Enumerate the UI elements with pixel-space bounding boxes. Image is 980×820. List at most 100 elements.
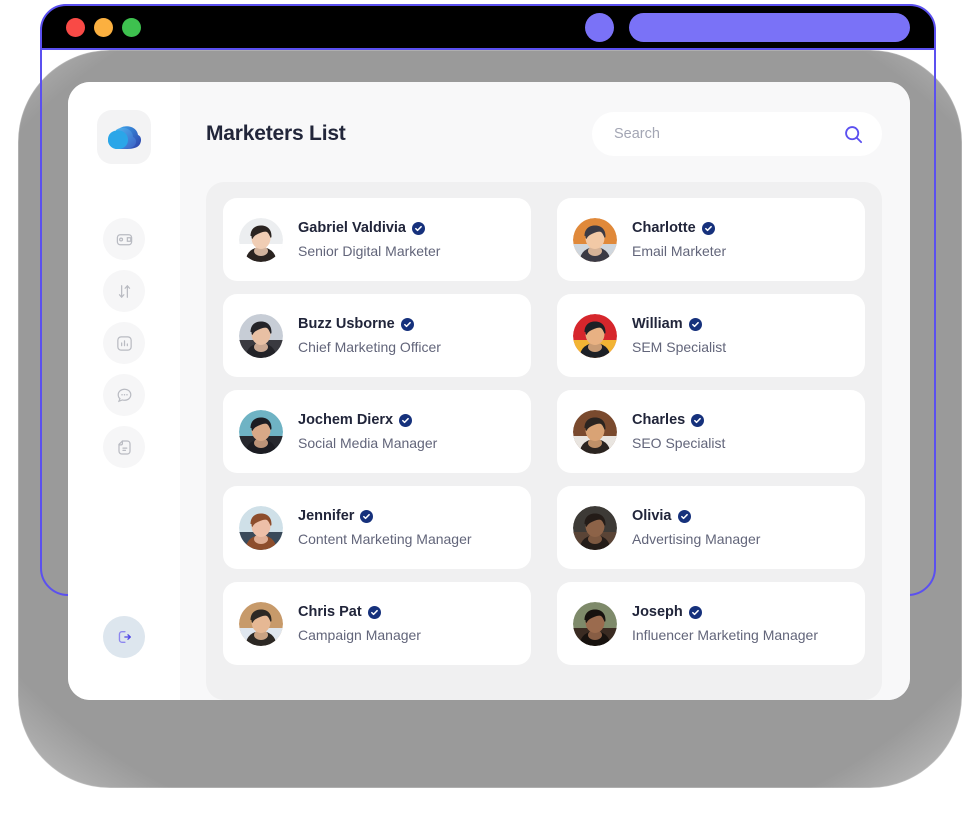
verified-badge	[691, 413, 705, 427]
avatar-chris	[239, 601, 283, 646]
main-content: Marketers List Gabriel Valdivia	[180, 82, 910, 700]
avatar-jennifer	[239, 505, 283, 550]
avatar	[573, 505, 617, 550]
logout-button[interactable]	[103, 616, 145, 658]
marketer-role: Influencer Marketing Manager	[632, 627, 818, 643]
marketer-name: Joseph	[632, 604, 683, 620]
verified-badge	[701, 221, 715, 235]
marketer-info: Charles SEO Specialist	[632, 412, 725, 451]
marketer-info: William SEM Specialist	[632, 316, 726, 355]
avatar	[573, 313, 617, 358]
search-icon[interactable]	[843, 124, 864, 145]
logout-icon	[118, 631, 131, 643]
marketer-role: Chief Marketing Officer	[298, 339, 441, 355]
verified-badge	[688, 605, 702, 619]
marketer-card[interactable]: Jochem Dierx Social Media Manager	[223, 390, 531, 473]
maximize-button-icon[interactable]	[122, 17, 141, 37]
marketer-name-row: Chris Pat	[298, 604, 421, 620]
marketer-card[interactable]: William SEM Specialist	[557, 294, 865, 377]
search-bar[interactable]	[592, 112, 882, 156]
marketer-name: Chris Pat	[298, 604, 362, 620]
app-logo[interactable]	[97, 110, 151, 164]
verified-badge	[677, 509, 691, 523]
marketer-card[interactable]: Charles SEO Specialist	[557, 390, 865, 473]
marketer-info: Chris Pat Campaign Manager	[298, 604, 421, 643]
titlebar-address-bar[interactable]	[629, 12, 910, 42]
avatar	[239, 217, 283, 262]
marketer-name-row: William	[632, 316, 726, 332]
marketer-card[interactable]: Olivia Advertising Manager	[557, 486, 865, 569]
marketer-name-row: Joseph	[632, 604, 818, 620]
page-title: Marketers List	[206, 122, 346, 145]
marketer-card[interactable]: Gabriel Valdivia Senior Digital Marketer	[223, 198, 531, 281]
marketer-card[interactable]: Charlotte Email Marketer	[557, 198, 865, 281]
analytics-icon	[116, 335, 132, 351]
marketer-card[interactable]: Jennifer Content Marketing Manager	[223, 486, 531, 569]
marketer-name: Charlotte	[632, 220, 696, 236]
verified-check-icon	[704, 225, 712, 231]
marketer-name: Olivia	[632, 508, 672, 524]
verified-badge	[400, 317, 414, 331]
marketer-role: SEM Specialist	[632, 339, 727, 355]
titlebar-profile-circle[interactable]	[585, 12, 614, 42]
verified-badge	[412, 221, 425, 235]
marketer-info: Charlotte Email Marketer	[632, 220, 726, 259]
marketer-info: Joseph Influencer Marketing Manager	[632, 604, 818, 643]
marketer-role: Email Marketer	[632, 243, 727, 259]
verified-badge	[688, 317, 702, 331]
verified-badge	[399, 413, 413, 427]
marketer-name-row: Charlotte	[632, 220, 726, 236]
avatar-william	[573, 313, 617, 358]
verified-check-icon	[403, 321, 411, 327]
marketer-card[interactable]: Buzz Usborne Chief Marketing Officer	[223, 294, 531, 377]
marketer-name: Buzz Usborne	[298, 316, 395, 332]
marketer-role: SEO Specialist	[632, 435, 726, 451]
sidebar-nav-list	[103, 218, 145, 468]
marketer-name: Jennifer	[298, 508, 355, 524]
marketer-name: Jochem Dierx	[298, 412, 394, 428]
marketer-card[interactable]: Chris Pat Campaign Manager	[223, 582, 531, 665]
cloud-logo-icon	[108, 126, 142, 149]
verified-badge	[360, 509, 374, 523]
marketer-role: Campaign Manager	[298, 627, 421, 643]
marketer-name: Charles	[632, 412, 686, 428]
search-input[interactable]	[614, 126, 843, 142]
verified-badge	[367, 605, 381, 619]
sidebar-item-messages[interactable]	[103, 374, 145, 416]
marketer-info: Buzz Usborne Chief Marketing Officer	[298, 316, 441, 355]
marketer-role: Senior Digital Marketer	[298, 243, 441, 259]
marketer-card[interactable]: Joseph Influencer Marketing Manager	[557, 582, 865, 665]
marketer-role: Advertising Manager	[632, 531, 761, 547]
sidebar-item-wallet[interactable]	[103, 218, 145, 260]
sidebar-item-documents[interactable]	[103, 426, 145, 468]
traffic-light-group	[66, 17, 141, 37]
marketer-info: Olivia Advertising Manager	[632, 508, 760, 547]
transfer-icon	[118, 284, 130, 298]
close-button-icon[interactable]	[66, 17, 85, 37]
chat-icon	[117, 388, 131, 402]
marketer-role: Social Media Manager	[298, 435, 438, 451]
sidebar-item-transfer[interactable]	[103, 270, 145, 312]
marketer-name-row: Jochem Dierx	[298, 412, 437, 428]
verified-check-icon	[363, 513, 371, 519]
avatar	[573, 601, 617, 646]
avatar-buzz	[239, 313, 283, 358]
marketer-info: Jennifer Content Marketing Manager	[298, 508, 472, 547]
avatar	[239, 409, 283, 454]
minimize-button-icon[interactable]	[94, 17, 113, 37]
verified-check-icon	[415, 225, 422, 231]
screenshot-stage: Marketers List Gabriel Valdivia	[0, 0, 980, 820]
marketer-name: Gabriel Valdivia	[298, 220, 406, 236]
verified-check-icon	[691, 321, 699, 327]
marketer-info: Jochem Dierx Social Media Manager	[298, 412, 437, 451]
verified-check-icon	[402, 417, 409, 423]
avatar	[573, 217, 617, 262]
browser-titlebar	[40, 4, 936, 50]
verified-check-icon	[680, 513, 688, 519]
sidebar-item-analytics[interactable]	[103, 322, 145, 364]
document-icon	[117, 439, 131, 455]
content-header: Marketers List	[206, 112, 882, 156]
avatar-olivia	[573, 505, 617, 550]
marketer-name: William	[632, 316, 683, 332]
marketer-name-row: Charles	[632, 412, 725, 428]
